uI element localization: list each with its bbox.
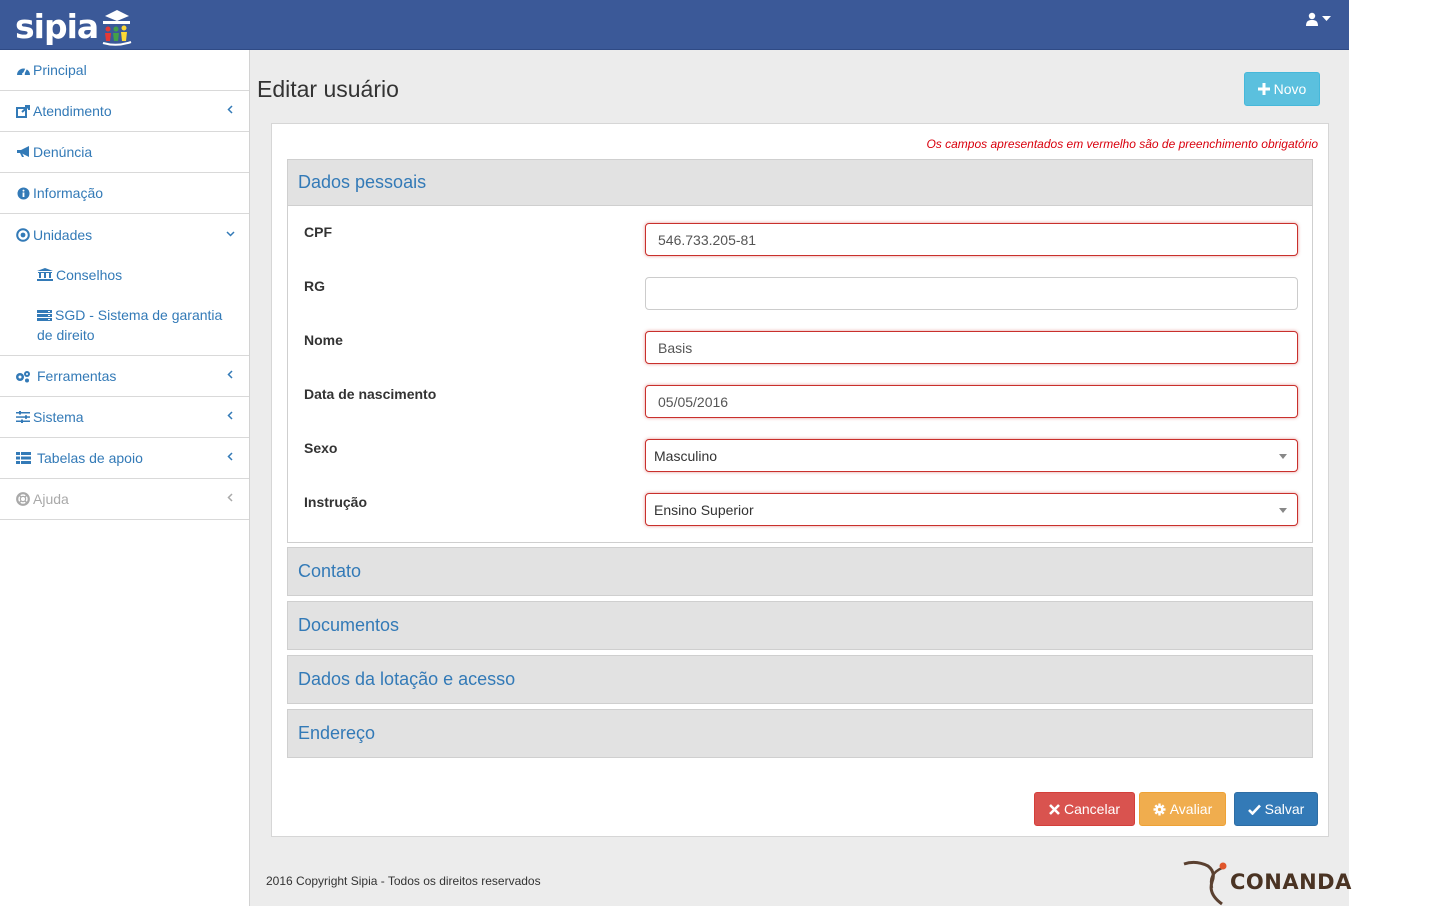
bullhorn-icon bbox=[15, 146, 31, 158]
section-contato[interactable]: Contato bbox=[287, 547, 1313, 596]
logo-text: sipia bbox=[15, 6, 99, 46]
dropdown-arrow-icon bbox=[1279, 454, 1287, 459]
sidebar-item-principal[interactable]: Principal bbox=[0, 50, 249, 91]
chevron-down-icon bbox=[226, 231, 235, 237]
chevron-left-icon bbox=[227, 493, 233, 502]
section-header-endereco[interactable]: Endereço bbox=[288, 710, 1312, 756]
cpf-value: 546.733.205-81 bbox=[658, 231, 757, 248]
instrucao-label: Instrução bbox=[304, 494, 368, 510]
conanda-logo: CONANDA bbox=[1182, 860, 1351, 906]
caret-down-icon bbox=[1322, 16, 1331, 21]
conanda-text: CONANDA bbox=[1230, 870, 1352, 894]
check-icon bbox=[1247, 804, 1261, 815]
section-header-contato[interactable]: Contato bbox=[288, 548, 1312, 594]
sidebar-subitem-label: SGD - Sistema de garantia de direito bbox=[37, 305, 229, 345]
sidebar-item-label: Sistema bbox=[33, 409, 84, 425]
section-header-documentos[interactable]: Documentos bbox=[288, 602, 1312, 648]
sliders-icon bbox=[15, 411, 31, 423]
sexo-selected-value: Masculino bbox=[654, 447, 718, 464]
nome-label: Nome bbox=[304, 332, 343, 348]
rg-input[interactable] bbox=[645, 277, 1298, 310]
sgd-label-text: SGD - Sistema de garantia de direito bbox=[37, 307, 223, 343]
chevron-left-icon bbox=[227, 105, 233, 114]
new-button[interactable]: Novo bbox=[1244, 72, 1320, 106]
section-documentos[interactable]: Documentos bbox=[287, 601, 1313, 650]
sidebar-item-tabelas-de-apoio[interactable]: Tabelas de apoio bbox=[0, 438, 249, 479]
sidebar-item-denuncia[interactable]: Denúncia bbox=[0, 132, 249, 173]
sidebar-item-label: Tabelas de apoio bbox=[37, 450, 143, 466]
page-title: Editar usuário bbox=[257, 76, 399, 102]
section-dados-pessoais: Dados pessoais CPF 546.733.205-81 RG Nom… bbox=[287, 159, 1313, 543]
cpf-input[interactable]: 546.733.205-81 bbox=[645, 223, 1298, 256]
new-button-label: Novo bbox=[1273, 81, 1307, 97]
dot-circle-icon bbox=[15, 227, 31, 242]
dropdown-arrow-icon bbox=[1279, 508, 1287, 513]
sidebar-subitem-sgd[interactable]: SGD - Sistema de garantia de direito bbox=[0, 303, 249, 345]
edit-user-form-panel: Os campos apresentados em vermelho são d… bbox=[271, 123, 1329, 837]
cancel-button[interactable]: Cancelar bbox=[1034, 792, 1135, 826]
cancel-button-label: Cancelar bbox=[1063, 801, 1121, 817]
sidebar-item-informacao[interactable]: Informação bbox=[0, 173, 249, 214]
sidebar-item-label: Unidades bbox=[33, 226, 93, 243]
sidebar-item-atendimento[interactable]: Atendimento bbox=[0, 91, 249, 132]
sexo-select[interactable]: Masculino bbox=[645, 439, 1298, 472]
dashboard-icon bbox=[15, 64, 31, 76]
data-nascimento-input[interactable]: 05/05/2016 bbox=[645, 385, 1298, 418]
rg-label: RG bbox=[304, 278, 325, 294]
required-fields-note: Os campos apresentados em vermelho são d… bbox=[926, 137, 1318, 151]
plus-icon bbox=[1257, 83, 1270, 95]
sidebar-item-label: Denúncia bbox=[33, 144, 93, 160]
times-icon bbox=[1049, 803, 1060, 815]
logo-figures-icon bbox=[102, 10, 132, 46]
sidebar-item-label: Informação bbox=[33, 185, 104, 201]
sidebar-subitem-label: Conselhos bbox=[56, 267, 123, 283]
gear-icon bbox=[1153, 803, 1166, 815]
chevron-left-icon bbox=[227, 452, 233, 461]
section-header-lotacao-acesso[interactable]: Dados da lotação e acesso bbox=[288, 656, 1312, 702]
section-header-dados-pessoais[interactable]: Dados pessoais bbox=[288, 160, 1312, 206]
copyright-text: 2016 Copyright Sipia - Todos os direitos… bbox=[266, 874, 541, 888]
data-nascimento-value: 05/05/2016 bbox=[658, 393, 729, 410]
sidebar-item-label: Principal bbox=[33, 62, 87, 78]
nome-value: Basis bbox=[658, 339, 693, 356]
sidebar: Principal Atendimento Denúncia Informaçã… bbox=[0, 50, 250, 906]
chevron-left-icon bbox=[227, 411, 233, 420]
user-icon bbox=[1306, 12, 1318, 26]
info-circle-icon bbox=[15, 187, 31, 200]
section-endereco[interactable]: Endereço bbox=[287, 709, 1313, 758]
cogs-icon bbox=[15, 370, 31, 383]
cpf-label: CPF bbox=[304, 224, 332, 240]
top-navbar: sipia bbox=[0, 0, 1349, 50]
evaluate-button[interactable]: Avaliar bbox=[1139, 792, 1226, 826]
server-icon bbox=[37, 310, 52, 321]
sidebar-item-ferramentas[interactable]: Ferramentas bbox=[0, 356, 249, 397]
sexo-label: Sexo bbox=[304, 440, 338, 456]
data-nascimento-label: Data de nascimento bbox=[304, 386, 437, 402]
unidades-submenu: Conselhos SGD - Sistema de garantia de d… bbox=[0, 255, 249, 356]
sidebar-item-sistema[interactable]: Sistema bbox=[0, 397, 249, 438]
instrucao-selected-value: Ensino Superior bbox=[654, 501, 754, 518]
instrucao-select[interactable]: Ensino Superior bbox=[645, 493, 1298, 526]
sidebar-item-ajuda[interactable]: Ajuda bbox=[0, 479, 249, 520]
save-button-label: Salvar bbox=[1264, 801, 1305, 817]
life-ring-icon bbox=[15, 492, 31, 506]
chevron-left-icon bbox=[227, 370, 233, 379]
external-link-icon bbox=[15, 104, 31, 118]
app-window: sipia Principal Atendimento Denúncia Inf… bbox=[0, 0, 1349, 906]
sidebar-item-label: Ferramentas bbox=[37, 368, 117, 384]
sidebar-item-unidades[interactable]: Unidades bbox=[0, 214, 249, 255]
sidebar-item-label: Ajuda bbox=[33, 491, 69, 507]
user-menu-toggle[interactable] bbox=[1306, 12, 1331, 26]
bank-icon bbox=[37, 268, 53, 281]
sidebar-item-label: Atendimento bbox=[33, 103, 112, 119]
sidebar-subitem-conselhos[interactable]: Conselhos bbox=[0, 263, 249, 285]
nome-input[interactable]: Basis bbox=[645, 331, 1298, 364]
save-button[interactable]: Salvar bbox=[1234, 792, 1318, 826]
sipia-logo[interactable]: sipia bbox=[15, 6, 135, 46]
table-list-icon bbox=[15, 452, 31, 464]
evaluate-button-label: Avaliar bbox=[1169, 801, 1213, 817]
section-lotacao-acesso[interactable]: Dados da lotação e acesso bbox=[287, 655, 1313, 704]
